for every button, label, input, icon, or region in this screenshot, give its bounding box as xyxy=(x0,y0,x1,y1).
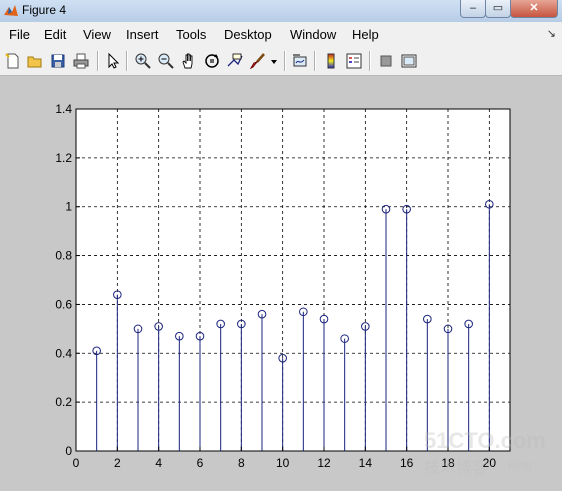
edit-plot-arrow-icon[interactable] xyxy=(104,52,122,70)
menu-edit[interactable]: Edit xyxy=(44,27,66,42)
matlab-logo-icon xyxy=(4,5,18,16)
x-tick-label: 10 xyxy=(276,456,290,470)
menu-bar: File Edit View Insert Tools Desktop Wind… xyxy=(0,22,562,47)
x-tick-label: 14 xyxy=(359,456,373,470)
y-tick-label: 1.4 xyxy=(55,102,72,116)
axes-background xyxy=(75,108,511,452)
x-tick-label: 16 xyxy=(400,456,414,470)
insert-legend-icon[interactable] xyxy=(345,52,363,70)
menu-window[interactable]: Window xyxy=(290,27,336,42)
y-tick-label: 1.2 xyxy=(55,151,72,165)
x-tick-label: 0 xyxy=(73,456,80,470)
y-tick-label: 0.2 xyxy=(55,395,72,409)
menu-view[interactable]: View xyxy=(83,27,111,42)
y-tick-label: 0.8 xyxy=(55,249,72,263)
toolbar-separator xyxy=(284,51,286,71)
dock-figure-icon[interactable]: ↘ xyxy=(547,27,556,40)
toolbar-separator xyxy=(369,51,371,71)
data-cursor-icon[interactable] xyxy=(226,52,244,70)
save-figure-icon[interactable] xyxy=(49,52,67,70)
zoom-in-icon[interactable] xyxy=(134,52,152,70)
x-tick-label: 6 xyxy=(197,456,204,470)
minimize-button[interactable]: – xyxy=(460,0,486,18)
window-title: Figure 4 xyxy=(22,3,67,17)
brush-dropdown-icon[interactable] xyxy=(269,52,279,70)
rotate-3d-icon[interactable] xyxy=(203,52,221,70)
title-bar: Figure 4 – ▭ ✕ xyxy=(0,0,562,23)
maximize-button[interactable]: ▭ xyxy=(485,0,511,18)
watermark-line3: Blog xyxy=(508,458,532,472)
hide-plot-tools-icon[interactable] xyxy=(377,52,395,70)
close-button[interactable]: ✕ xyxy=(510,0,558,18)
x-tick-label: 8 xyxy=(238,456,245,470)
x-tick-label: 4 xyxy=(155,456,162,470)
y-tick-label: 0 xyxy=(65,444,72,458)
menu-desktop[interactable]: Desktop xyxy=(224,27,272,42)
y-tick-label: 1 xyxy=(65,200,72,214)
figure-toolbar xyxy=(0,47,562,76)
link-plot-icon[interactable] xyxy=(291,52,309,70)
menu-file[interactable]: File xyxy=(9,27,30,42)
y-tick-label: 0.4 xyxy=(55,346,72,360)
watermark: 51CTO.com 技术博客 Blog xyxy=(424,428,546,477)
show-plot-tools-icon[interactable] xyxy=(400,52,418,70)
x-tick-label: 12 xyxy=(317,456,331,470)
brush-icon[interactable] xyxy=(249,52,267,70)
pan-hand-icon[interactable] xyxy=(180,52,198,70)
figure-canvas[interactable]: 0 2 4 6 8 10 12 14 16 18 20 0 0.2 0.4 0.6 0.8 1 1.2 1.4 5… xyxy=(0,76,562,491)
menu-tools[interactable]: Tools xyxy=(176,27,206,42)
menu-insert[interactable]: Insert xyxy=(126,27,159,42)
toolbar-separator xyxy=(97,51,99,71)
y-tick-label: 0.6 xyxy=(55,297,72,311)
zoom-out-icon[interactable] xyxy=(157,52,175,70)
watermark-line2: 技术博客 xyxy=(424,458,488,477)
print-figure-icon[interactable] xyxy=(72,52,90,70)
open-file-icon[interactable] xyxy=(26,52,44,70)
menu-help[interactable]: Help xyxy=(352,27,379,42)
x-tick-label: 2 xyxy=(114,456,121,470)
stem-plot: 0 2 4 6 8 10 12 14 16 18 20 00.20.40.60.811.21.4 5… xyxy=(55,102,546,477)
insert-colorbar-icon[interactable] xyxy=(322,52,340,70)
toolbar-separator xyxy=(126,51,128,71)
watermark-line1: 51CTO.com xyxy=(424,428,546,453)
toolbar-separator xyxy=(314,51,316,71)
new-figure-icon[interactable] xyxy=(4,52,22,70)
